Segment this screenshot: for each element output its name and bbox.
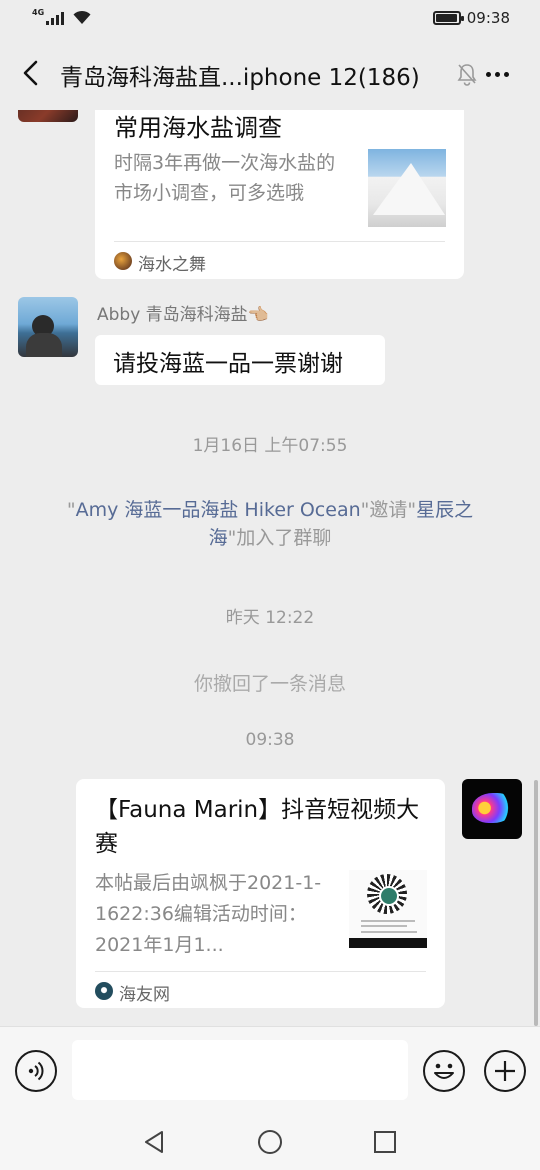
source-logo-icon	[95, 982, 113, 1000]
notice-text: "	[66, 499, 76, 521]
dot-icon	[486, 72, 491, 77]
notice-text: "邀请"	[360, 499, 417, 521]
dot-icon	[504, 72, 509, 77]
status-left: 4G	[32, 8, 92, 25]
system-navigation-bar	[0, 1114, 540, 1170]
nav-back-icon[interactable]	[141, 1128, 169, 1156]
voice-input-button[interactable]	[15, 1050, 57, 1092]
input-bar	[0, 1026, 540, 1114]
link-card[interactable]: 常用海水盐调查 时隔3年再做一次海水盐的市场小调查，可多选哦 海水之舞	[95, 110, 464, 279]
network-type: 4G	[32, 8, 45, 17]
notice-text: "加入了群聊	[227, 527, 332, 549]
sender-name: Abby 青岛海科海盐👈🏼	[97, 305, 269, 325]
chat-title: 青岛海科海盐直...iphone 12(186)	[60, 65, 420, 91]
battery-icon	[432, 11, 464, 25]
emoji-button[interactable]	[423, 1050, 465, 1092]
link-card-description: 本帖最后由飒枫于2021-1-1622:36编辑活动时间：2021年1月1...	[95, 872, 322, 956]
nav-recents-icon[interactable]	[371, 1128, 399, 1156]
link-card-thumbnail	[349, 870, 427, 948]
plus-icon	[495, 1061, 515, 1081]
status-time: 09:38	[466, 9, 510, 27]
link-card-source: 海友网	[119, 985, 170, 1005]
qr-code-icon	[367, 874, 407, 914]
timestamp: 1月16日 上午07:55	[192, 436, 348, 456]
bell-muted-icon	[457, 64, 477, 86]
avatar[interactable]	[18, 297, 78, 357]
link-card-title: 【Fauna Marin】抖音短视频大赛	[95, 797, 420, 857]
avatar[interactable]	[18, 110, 78, 122]
link-card[interactable]: 【Fauna Marin】抖音短视频大赛 本帖最后由飒枫于2021-1-1622…	[76, 779, 445, 1008]
more-functions-button[interactable]	[484, 1050, 526, 1092]
avatar[interactable]	[462, 779, 522, 839]
timestamp: 09:38	[245, 730, 295, 750]
link-card-thumbnail	[368, 149, 446, 227]
message-bubble[interactable]: 请投海蓝一品一票谢谢	[95, 335, 385, 385]
message-list[interactable]: 常用海水盐调查 时隔3年再做一次海水盐的市场小调查，可多选哦 海水之舞 Abby…	[0, 110, 540, 1026]
link-card-title: 常用海水盐调查	[114, 114, 282, 142]
nav-home-icon[interactable]	[256, 1128, 284, 1156]
source-logo-icon	[114, 252, 132, 270]
divider	[114, 241, 445, 242]
signal-icon	[46, 11, 65, 25]
smiley-icon	[434, 1063, 454, 1079]
more-options-button[interactable]	[482, 68, 513, 81]
back-button[interactable]	[14, 56, 48, 90]
inviter-link[interactable]: Amy 海蓝一品海盐 Hiker Ocean	[76, 499, 361, 521]
message-text: 请投海蓝一品一票谢谢	[113, 351, 343, 377]
status-right: 09:38	[432, 9, 510, 27]
wifi-icon	[73, 10, 91, 24]
voice-icon	[28, 1061, 44, 1081]
link-card-description: 时隔3年再做一次海水盐的市场小调查，可多选哦	[114, 152, 336, 204]
status-bar: 4G 09:38	[0, 0, 540, 38]
recall-notice: 你撤回了一条消息	[193, 673, 346, 695]
dot-icon	[495, 72, 500, 77]
scrollbar[interactable]	[534, 780, 538, 1026]
message-input[interactable]	[72, 1040, 408, 1100]
system-notice: "Amy 海蓝一品海盐 Hiker Ocean"邀请"星辰之海"加入了群聊	[60, 496, 480, 552]
link-card-source: 海水之舞	[138, 255, 206, 275]
chat-header: 青岛海科海盐直...iphone 12(186)	[0, 38, 540, 110]
chevron-left-icon	[23, 60, 38, 86]
timestamp: 昨天 12:22	[225, 608, 315, 628]
divider	[95, 971, 426, 972]
